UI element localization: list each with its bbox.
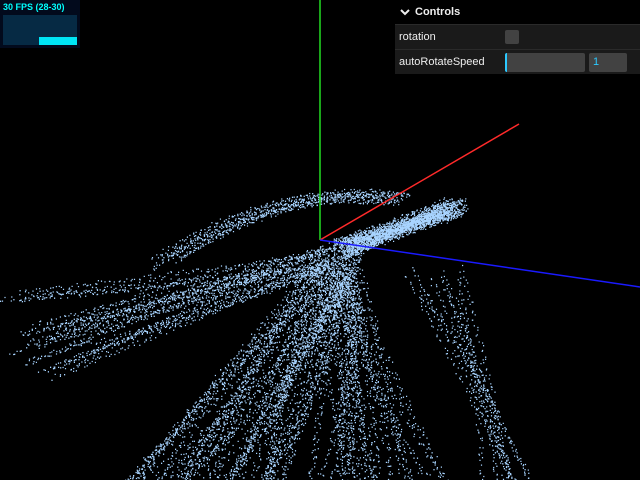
point-streak bbox=[351, 285, 373, 480]
point-streak bbox=[448, 297, 498, 480]
controls-title-label: Controls bbox=[415, 6, 461, 18]
point-streak bbox=[421, 294, 530, 479]
point-streak bbox=[184, 260, 338, 480]
point-streak bbox=[404, 276, 513, 479]
auto-rotate-speed-label: autoRotateSpeed bbox=[399, 56, 485, 68]
z-axis-line bbox=[319, 239, 640, 288]
auto-rotate-speed-input[interactable] bbox=[589, 52, 627, 72]
point-streak bbox=[419, 289, 526, 476]
fps-graph bbox=[3, 15, 77, 45]
point-streak bbox=[457, 279, 485, 480]
auto-rotate-speed-slider[interactable] bbox=[505, 52, 585, 72]
auto-rotate-speed-row: autoRotateSpeed bbox=[395, 49, 640, 74]
controls-folder-title[interactable]: Controls bbox=[395, 0, 640, 24]
chevron-down-icon bbox=[400, 9, 410, 16]
fps-graph-bar bbox=[39, 37, 77, 45]
point-streak bbox=[459, 264, 511, 479]
point-streak bbox=[344, 277, 381, 479]
point-streak bbox=[412, 267, 517, 480]
controls-panel: Controls rotation autoRotateSpeed bbox=[395, 0, 640, 74]
point-streak bbox=[441, 276, 513, 478]
point-cloud bbox=[0, 188, 530, 480]
point-streak bbox=[180, 276, 346, 478]
slider-fill bbox=[505, 52, 507, 72]
fps-stats-panel[interactable]: 30 FPS (28-30) bbox=[0, 0, 80, 48]
rotation-label: rotation bbox=[399, 31, 436, 43]
rotation-checkbox[interactable] bbox=[505, 30, 519, 44]
point-streak bbox=[443, 270, 508, 480]
point-streak bbox=[430, 278, 510, 478]
fps-text: 30 FPS (28-30) bbox=[3, 2, 65, 12]
rotation-row: rotation bbox=[395, 24, 640, 49]
point-streak bbox=[347, 252, 375, 480]
